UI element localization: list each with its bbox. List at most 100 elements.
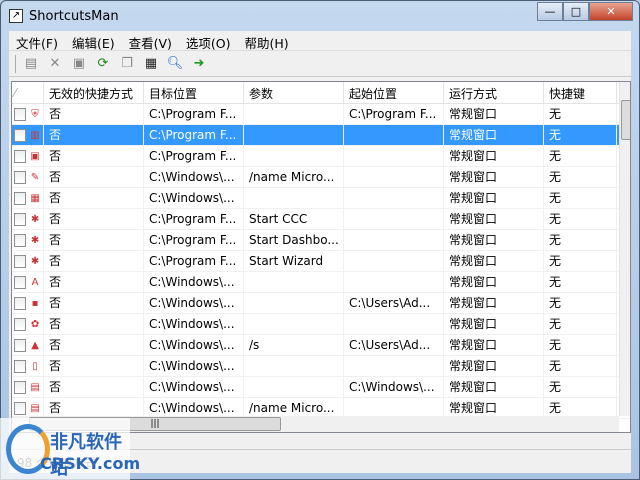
table-row[interactable]: ⛨ 否 C:\Program F... C:\Program F... 常规窗口无 (12, 104, 630, 125)
cell: 无 (544, 188, 617, 208)
cell: 常规窗口 (444, 314, 544, 334)
cell: C:\Windows\... (144, 356, 244, 376)
row-checkbox[interactable] (14, 191, 27, 205)
cell: 否 (44, 314, 144, 334)
cell: 无 (544, 167, 617, 187)
row-checkbox[interactable] (14, 254, 27, 268)
cell: 否 (44, 293, 144, 313)
cell (244, 377, 344, 397)
cell (244, 293, 344, 313)
cell: /name Micro... (244, 167, 344, 187)
shortcut-icon: ✿ (30, 318, 40, 330)
row-checkbox[interactable] (14, 233, 27, 247)
cell (344, 188, 444, 208)
table-row[interactable]: ▲ 否 C:\Windows\.../s C:\Users\Ad... 常规窗口无 (12, 335, 630, 356)
cell: 常规窗口 (444, 188, 544, 208)
column-header-hotkey[interactable]: 快捷键 (544, 82, 617, 103)
cell (244, 104, 344, 124)
minimize-button[interactable]: — (537, 2, 563, 21)
shortcut-icon: A (31, 276, 39, 288)
cell (344, 167, 444, 187)
shortcut-icon: ✱ (30, 234, 40, 246)
delete-icon[interactable]: ✕ (46, 55, 64, 73)
row-checkbox[interactable] (14, 380, 27, 394)
refresh-icon[interactable]: ⟳ (94, 55, 112, 73)
properties-icon[interactable]: ▤ (22, 55, 40, 73)
shortcut-icon: ✱ (30, 255, 40, 267)
menu-options[interactable]: 选项(O) (179, 31, 238, 51)
row-checkbox[interactable] (14, 275, 27, 289)
table-row[interactable]: ▤ 否 C:\Windows\... C:\Windows\... 常规窗口无 (12, 377, 630, 398)
cell: 常规窗口 (444, 398, 544, 418)
table-row[interactable]: ✱ 否 C:\Program F... Start Wizard 常规窗口无 (12, 251, 630, 272)
column-header-run[interactable]: 运行方式 (444, 82, 544, 103)
table-row[interactable]: ✱ 否 C:\Program F... Start Dashbo... 常规窗口无 (12, 230, 630, 251)
table-row[interactable]: ▪ 否 C:\Windows\... C:\Users\Ad... 常规窗口无 (12, 293, 630, 314)
table-row[interactable]: ✱ 否 C:\Program F... Start CCC 常规窗口无 (12, 209, 630, 230)
cell: C:\Program F... (144, 146, 244, 166)
row-checkbox[interactable] (14, 128, 27, 142)
row-checkbox[interactable] (14, 107, 27, 121)
table-row[interactable]: A 否 C:\Windows\... 常规窗口无 (12, 272, 630, 293)
table-row[interactable]: ▣ 否 C:\Program F... 常规窗口无 (12, 146, 630, 167)
cell: C:\Users\Ad... (344, 293, 444, 313)
shortcut-icon: ⛨ (31, 108, 39, 120)
table-row[interactable]: ▥ 否 C:\Program F... 常规窗口无 (12, 125, 630, 146)
column-header-target[interactable]: 目标位置 (144, 82, 244, 103)
row-checkbox[interactable] (14, 212, 27, 226)
maximize-button[interactable]: □ (563, 2, 589, 21)
column-header-args[interactable]: 参数 (244, 82, 344, 103)
shortcuts-list: ⁄ 无效的快捷方式 目标位置 参数 起始位置 运行方式 快捷键 ⛨ 否 C:\Pro… (11, 81, 631, 433)
cell: 常规窗口 (444, 209, 544, 229)
save-icon[interactable]: ▣ (70, 55, 88, 73)
menu-edit[interactable]: 编辑(E) (65, 31, 122, 51)
column-header-invalid[interactable]: 无效的快捷方式 (44, 82, 144, 103)
column-header-startin[interactable]: 起始位置 (344, 82, 444, 103)
cell (244, 125, 344, 145)
row-checkbox[interactable] (14, 149, 27, 163)
cell: C:\Windows\... (144, 314, 244, 334)
exit-icon[interactable]: ➜ (190, 55, 208, 73)
cell: 无 (544, 377, 617, 397)
cell (244, 272, 344, 292)
cell: C:\Program F... (144, 104, 244, 124)
menu-view[interactable]: 查看(V) (122, 31, 179, 51)
table-row[interactable]: ✎ 否 C:\Windows\.../name Micro... 常规窗口无 (12, 167, 630, 188)
copy-icon[interactable]: ❐ (118, 55, 136, 73)
cell: 常规窗口 (444, 356, 544, 376)
cell: C:\Windows\... (144, 293, 244, 313)
row-checkbox[interactable] (14, 359, 27, 373)
cell: 否 (44, 104, 144, 124)
cell: C:\Program F... (144, 251, 244, 271)
cell: 否 (44, 251, 144, 271)
cell: 无 (544, 335, 617, 355)
cell: 否 (44, 377, 144, 397)
sort-icon[interactable]: ⁄ (12, 82, 44, 103)
cell: C:\Users\Ad... (344, 335, 444, 355)
close-button[interactable]: ✕ (589, 2, 633, 21)
find-icon[interactable]: 🔍︎ (166, 55, 184, 73)
row-checkbox[interactable] (14, 296, 27, 310)
html-report-icon[interactable]: ▦ (142, 55, 160, 73)
shortcut-icon: ▦ (30, 192, 40, 204)
table-row[interactable]: ▯ 否 C:\Windows\... 常规窗口无 (12, 356, 630, 377)
cell (344, 251, 444, 271)
menu-file[interactable]: 文件(F) (9, 31, 65, 51)
cell: 否 (44, 125, 144, 145)
row-checkbox[interactable] (14, 401, 27, 415)
cell: 无 (544, 356, 617, 376)
shortcut-app-icon: ↗ (9, 9, 23, 23)
menu-help[interactable]: 帮助(H) (238, 31, 296, 51)
cell: C:\Windows\... (144, 188, 244, 208)
cell: C:\Program F... (144, 125, 244, 145)
cell: C:\Windows\... (144, 272, 244, 292)
row-checkbox[interactable] (14, 338, 27, 352)
cell: C:\Windows\... (144, 398, 244, 418)
cell (244, 146, 344, 166)
table-row[interactable]: ▦ 否 C:\Windows\... 常规窗口无 (12, 188, 630, 209)
row-checkbox[interactable] (14, 170, 27, 184)
vertical-scrollbar[interactable] (619, 82, 630, 416)
table-row[interactable]: ✿ 否 C:\Windows\... 常规窗口无 (12, 314, 630, 335)
row-checkbox[interactable] (14, 317, 27, 331)
watermark-en: CRSKY.com (40, 454, 141, 473)
